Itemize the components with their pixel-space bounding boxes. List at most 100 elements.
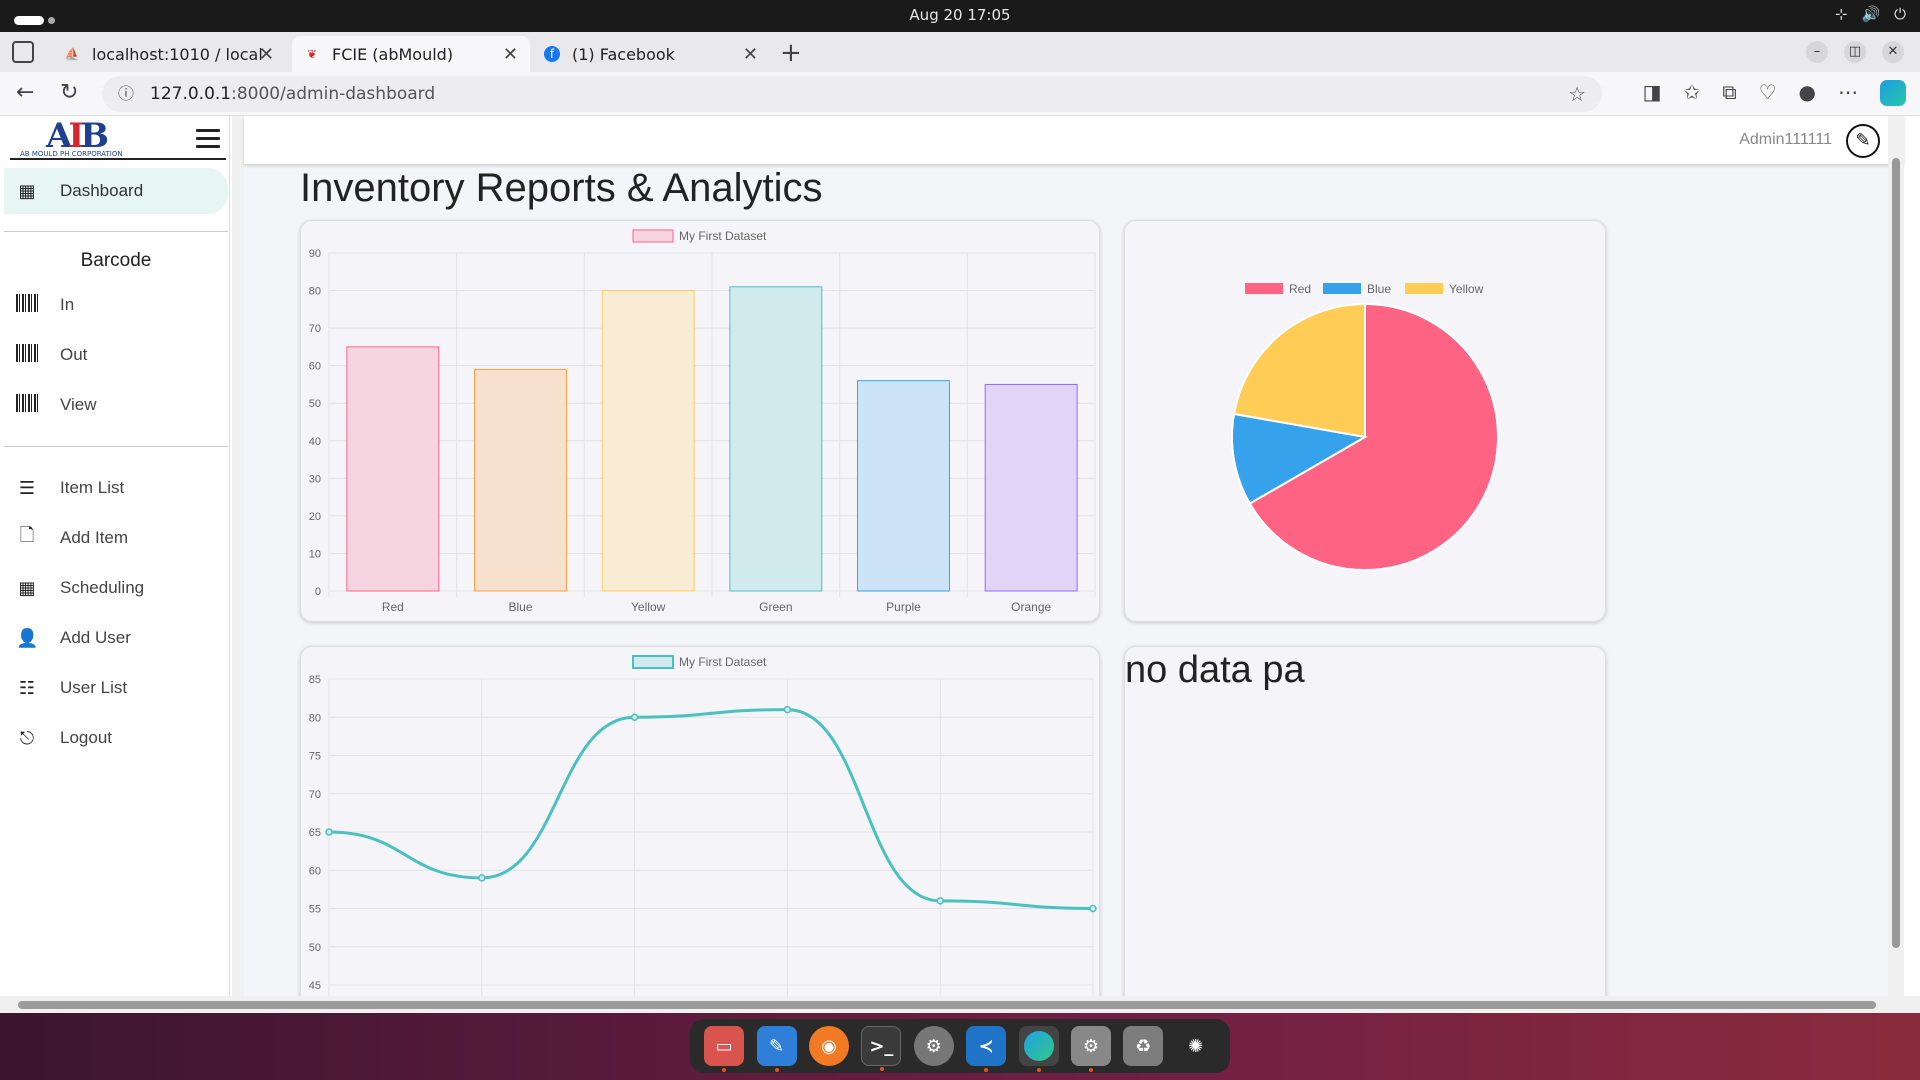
- bar-chart-card: 0 10 20 30 40 50 60 70 80 90 Red Blue Yellow Green Pur…: [300, 220, 1100, 622]
- bar: [984, 383, 1078, 592]
- company-logo[interactable]: AIB AB MOULD PH CORPORATION: [10, 116, 226, 160]
- legend-label: Red: [1289, 282, 1311, 296]
- no-data-message: no data pa: [1125, 649, 1305, 691]
- page-horizontal-scrollbar[interactable]: [0, 996, 1920, 1013]
- bar: [474, 368, 567, 592]
- fcie-icon: ❦: [306, 47, 318, 61]
- terminal-app-icon[interactable]: >_: [861, 1026, 902, 1071]
- tab-phpmyadmin[interactable]: ⛵ localhost:1010 / localhost ✕: [52, 36, 286, 72]
- user-list-icon: ☷: [18, 677, 36, 699]
- volume-icon: 🔊: [1861, 5, 1881, 23]
- x-tick-label: Purple: [886, 600, 921, 614]
- legend-label: My First Dataset: [679, 655, 767, 669]
- data-point: [630, 713, 639, 721]
- show-apps-icon[interactable]: ✺: [1175, 1026, 1216, 1066]
- line-chart-card: 45 50 55 60 65 70 75 80 85 My First Dataset: [300, 646, 1100, 1013]
- sidebar-item-scheduling[interactable]: ▦ Scheduling: [4, 565, 228, 611]
- y-tick-label: 90: [309, 248, 321, 260]
- y-tick-label: 85: [309, 674, 321, 686]
- sidebar-item-logout[interactable]: ⎋ Logout: [4, 715, 228, 761]
- x-tick-label: Yellow: [631, 600, 666, 614]
- settings-app-icon[interactable]: ⚙: [913, 1026, 954, 1066]
- system-settings-app-icon[interactable]: ⚙: [1070, 1026, 1111, 1072]
- tab-facebook[interactable]: f (1) Facebook ✕: [532, 36, 770, 72]
- trash-app-icon[interactable]: ♻: [1123, 1026, 1164, 1066]
- y-tick-label: 40: [309, 436, 321, 448]
- system-clock[interactable]: Aug 20 17:05: [0, 6, 1920, 24]
- scrollbar-thumb[interactable]: [18, 1001, 1876, 1009]
- phpmyadmin-icon: ⛵: [64, 47, 80, 61]
- text-editor-app-icon[interactable]: ✎: [756, 1026, 797, 1072]
- sidebar-item-dashboard[interactable]: ▦ Dashboard: [4, 168, 228, 214]
- sidebar-scrollbar[interactable]: [232, 116, 244, 996]
- system-tray[interactable]: ⊹ 🔊 ⏻: [1835, 5, 1906, 23]
- y-tick-label: 60: [309, 865, 321, 877]
- browser-toolbar: ← ↻ ⓘ 127.0.0.1:8000/admin-dashboard ☆ ◨…: [0, 72, 1920, 116]
- y-tick-label: 80: [309, 286, 321, 298]
- close-tab-icon[interactable]: ✕: [743, 44, 758, 65]
- sidebar-item-barcode-view[interactable]: View: [4, 382, 228, 428]
- site-info-icon[interactable]: ⓘ: [118, 76, 134, 112]
- reload-icon[interactable]: ↻: [60, 80, 78, 105]
- close-tab-icon[interactable]: ✕: [503, 44, 518, 65]
- minimize-button[interactable]: –: [1806, 41, 1828, 63]
- series-line: [328, 708, 1094, 910]
- scrollbar-thumb[interactable]: [1892, 158, 1900, 948]
- top-header: Admin111111 ✎: [244, 116, 1904, 164]
- legend-swatch: [1323, 283, 1361, 294]
- y-tick-label: 55: [309, 904, 321, 916]
- close-tab-icon[interactable]: ✕: [259, 44, 274, 65]
- new-tab-button[interactable]: +: [780, 38, 802, 68]
- hamburger-menu-icon[interactable]: [196, 129, 220, 153]
- screen: Aug 20 17:05 ⊹ 🔊 ⏻ ⛵ localhost:1010 / lo…: [0, 0, 1920, 1080]
- collections-icon[interactable]: ⧉: [1722, 80, 1736, 106]
- bar: [601, 290, 695, 592]
- tab-fcie[interactable]: ❦ FCIE (abMould) ✕: [292, 36, 530, 72]
- bar: [346, 346, 440, 592]
- favorite-star-icon[interactable]: ☆: [1568, 76, 1586, 112]
- edit-profile-button[interactable]: ✎: [1846, 124, 1880, 158]
- dock: ▭ ✎ ◉ >_ ⚙ ≺ ⚙ ♻ ✺: [690, 1019, 1230, 1073]
- sidebar-item-add-item[interactable]: 🗋 Add Item: [4, 515, 228, 561]
- x-tick-label: Green: [759, 600, 792, 614]
- sidebar-item-user-list[interactable]: ☷ User List: [4, 665, 228, 711]
- split-screen-icon[interactable]: ◨: [1643, 80, 1662, 106]
- files-app-icon[interactable]: ▭: [704, 1026, 745, 1072]
- address-bar[interactable]: ⓘ 127.0.0.1:8000/admin-dashboard ☆: [102, 76, 1602, 112]
- y-tick-label: 75: [309, 751, 321, 763]
- more-menu-icon[interactable]: ⋯: [1838, 80, 1858, 106]
- sidebar-item-barcode-out[interactable]: Out: [4, 332, 228, 378]
- logout-icon: ⎋: [19, 727, 35, 749]
- edge-app-icon[interactable]: [1018, 1026, 1059, 1072]
- close-window-button[interactable]: ✕: [1882, 41, 1904, 63]
- page-vertical-scrollbar[interactable]: [1888, 116, 1904, 996]
- back-arrow-icon[interactable]: ←: [16, 80, 34, 105]
- legend-swatch: [1405, 283, 1443, 294]
- calendar-icon: ▦: [18, 577, 36, 599]
- y-tick-label: 0: [315, 586, 321, 598]
- sidebar-item-item-list[interactable]: ☰ Item List: [4, 465, 228, 511]
- legend-label: Yellow: [1449, 282, 1484, 296]
- firefox-app-icon[interactable]: ◉: [808, 1026, 849, 1066]
- tab-actions-icon[interactable]: [12, 41, 34, 63]
- profile-avatar-icon[interactable]: ●: [1799, 80, 1816, 106]
- file-plus-icon: 🗋: [19, 525, 35, 546]
- restore-button[interactable]: ◫: [1844, 41, 1866, 63]
- legend-swatch: [632, 229, 674, 243]
- y-tick-label: 70: [309, 323, 321, 335]
- copilot-icon[interactable]: [1880, 80, 1906, 106]
- legend-swatch: [1245, 283, 1283, 294]
- desktop-dock-area: ▭ ✎ ◉ >_ ⚙ ≺ ⚙ ♻ ✺: [0, 1013, 1920, 1080]
- x-tick-label: Orange: [1011, 600, 1051, 614]
- sidebar-item-add-user[interactable]: 👤 Add User: [4, 615, 228, 661]
- system-top-bar: Aug 20 17:05 ⊹ 🔊 ⏻: [0, 0, 1920, 32]
- username-label: Admin111111: [1739, 131, 1832, 148]
- vscode-app-icon[interactable]: ≺: [966, 1026, 1007, 1072]
- data-point: [1089, 904, 1097, 913]
- dashboard-icon: ▦: [18, 180, 36, 202]
- facebook-icon: f: [544, 46, 560, 62]
- network-icon: ⊹: [1834, 5, 1848, 23]
- browser-essentials-icon[interactable]: ♡: [1759, 80, 1777, 106]
- sidebar-item-barcode-in[interactable]: In: [4, 282, 228, 328]
- favorites-icon[interactable]: ✩: [1684, 80, 1701, 106]
